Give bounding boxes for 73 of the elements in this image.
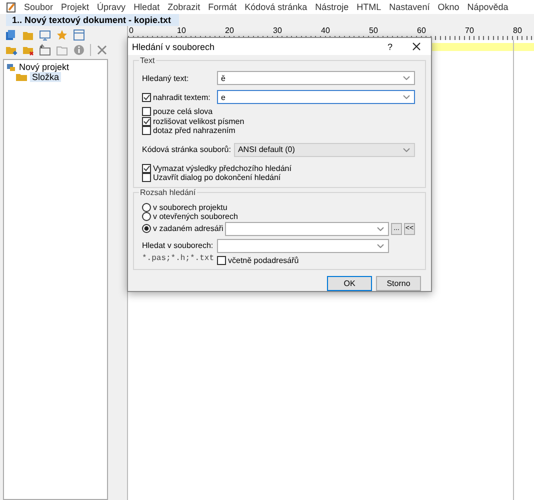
radio-button[interactable] bbox=[142, 202, 151, 212]
selected-radio-button[interactable] bbox=[142, 224, 151, 233]
menu-item[interactable]: Nápověda bbox=[463, 2, 512, 12]
radio-button[interactable] bbox=[142, 212, 151, 222]
menu-item[interactable]: Projekt bbox=[57, 2, 94, 12]
menu-item[interactable]: Okno bbox=[434, 2, 464, 12]
ruler-number: 60 bbox=[417, 26, 426, 35]
star-icon[interactable] bbox=[56, 28, 68, 40]
ruler-number: 70 bbox=[465, 26, 474, 35]
checkbox-label[interactable]: včetně podadresářů bbox=[228, 256, 299, 265]
close-icon[interactable] bbox=[412, 42, 421, 51]
chevron-down-icon bbox=[377, 226, 384, 230]
ruler-number: 50 bbox=[369, 26, 378, 35]
dialog-button[interactable]: Storno bbox=[376, 276, 421, 291]
dialog-button[interactable]: OK bbox=[327, 276, 372, 291]
document-tab[interactable]: 1.. Nový textový dokument - kopie.txt bbox=[6, 14, 180, 26]
chevron-down-icon bbox=[403, 95, 410, 99]
menu-item[interactable]: Soubor bbox=[20, 2, 58, 12]
menu-item[interactable]: Nastavení bbox=[385, 2, 434, 12]
dialog-title: Hledání v souborech bbox=[132, 42, 216, 52]
radio-label[interactable]: v souborech projektu bbox=[153, 202, 228, 212]
checkbox-label[interactable]: dotaz před nahrazením bbox=[153, 126, 236, 136]
field-label: Hledat v souborech: bbox=[142, 241, 214, 250]
folder-icon bbox=[16, 73, 27, 81]
checkbox-label[interactable]: Uzavřít dialog po dokončení hledání bbox=[153, 173, 281, 182]
checkbox-label[interactable]: pouze celá slova bbox=[153, 107, 213, 116]
menu-item[interactable]: Formát bbox=[204, 2, 241, 12]
notepad-icon[interactable] bbox=[6, 2, 16, 12]
radio-label[interactable]: v otevřených souborech bbox=[153, 212, 238, 222]
group-title: Text bbox=[139, 56, 156, 65]
checked-checkbox[interactable] bbox=[142, 164, 151, 173]
stacked-pages-icon[interactable] bbox=[5, 28, 17, 40]
tree-item[interactable]: Nový projekt bbox=[19, 62, 70, 72]
tools-icon[interactable] bbox=[96, 44, 108, 56]
ruler-number: 40 bbox=[321, 26, 330, 35]
checked-checkbox[interactable] bbox=[142, 92, 151, 102]
folder-arrow-icon[interactable] bbox=[39, 44, 51, 56]
group-title: Rozsah hledání bbox=[139, 188, 197, 196]
chevron-down-icon bbox=[403, 148, 410, 152]
replace-combo[interactable]: e bbox=[217, 90, 415, 104]
project-icon bbox=[6, 62, 16, 72]
menu-item[interactable]: Nástroje bbox=[311, 2, 353, 12]
monitor-icon[interactable] bbox=[39, 28, 51, 40]
checkbox[interactable] bbox=[142, 107, 151, 116]
chevron-down-icon bbox=[403, 76, 410, 80]
ruler-number: 10 bbox=[177, 26, 186, 35]
ruler-number: 30 bbox=[273, 26, 282, 35]
menu-item[interactable]: Hledat bbox=[130, 2, 164, 12]
tree-item[interactable]: Složka bbox=[30, 72, 62, 82]
chevron-down-icon bbox=[377, 244, 384, 248]
menu-item[interactable]: HTML bbox=[352, 2, 386, 12]
menu-item[interactable]: Kódová stránka bbox=[240, 2, 312, 12]
checkbox-label[interactable]: Vymazat výsledky předchozího hledání bbox=[153, 164, 292, 173]
search-combo[interactable]: ě bbox=[217, 71, 415, 85]
ruler-number: 80 bbox=[513, 26, 522, 35]
ruler-number: 20 bbox=[225, 26, 234, 35]
field-label: Kódová stránka souborů: bbox=[142, 145, 231, 154]
checkbox-label[interactable]: nahradit textem: bbox=[153, 92, 210, 102]
help-button[interactable]: ? bbox=[376, 42, 404, 52]
radio-label[interactable]: v zadaném adresáři bbox=[153, 224, 224, 233]
checkbox[interactable] bbox=[142, 173, 151, 182]
checked-checkbox[interactable] bbox=[142, 116, 151, 126]
checkbox[interactable] bbox=[217, 256, 226, 265]
field-label: Hledaný text: bbox=[142, 74, 190, 82]
file-mask-hint: *.pas;*.h;*.txt bbox=[142, 254, 216, 264]
codepage-combo[interactable]: ANSI default (0) bbox=[234, 142, 415, 156]
info-icon[interactable] bbox=[73, 44, 85, 56]
checkbox-label[interactable]: rozlišovat velikost písmen bbox=[153, 116, 244, 126]
menu-item[interactable]: Úpravy bbox=[93, 2, 130, 12]
window-icon[interactable] bbox=[73, 28, 85, 40]
menu-item[interactable]: Zobrazit bbox=[164, 2, 204, 12]
ruler-number: 0 bbox=[129, 26, 134, 35]
checkbox[interactable] bbox=[142, 126, 151, 136]
